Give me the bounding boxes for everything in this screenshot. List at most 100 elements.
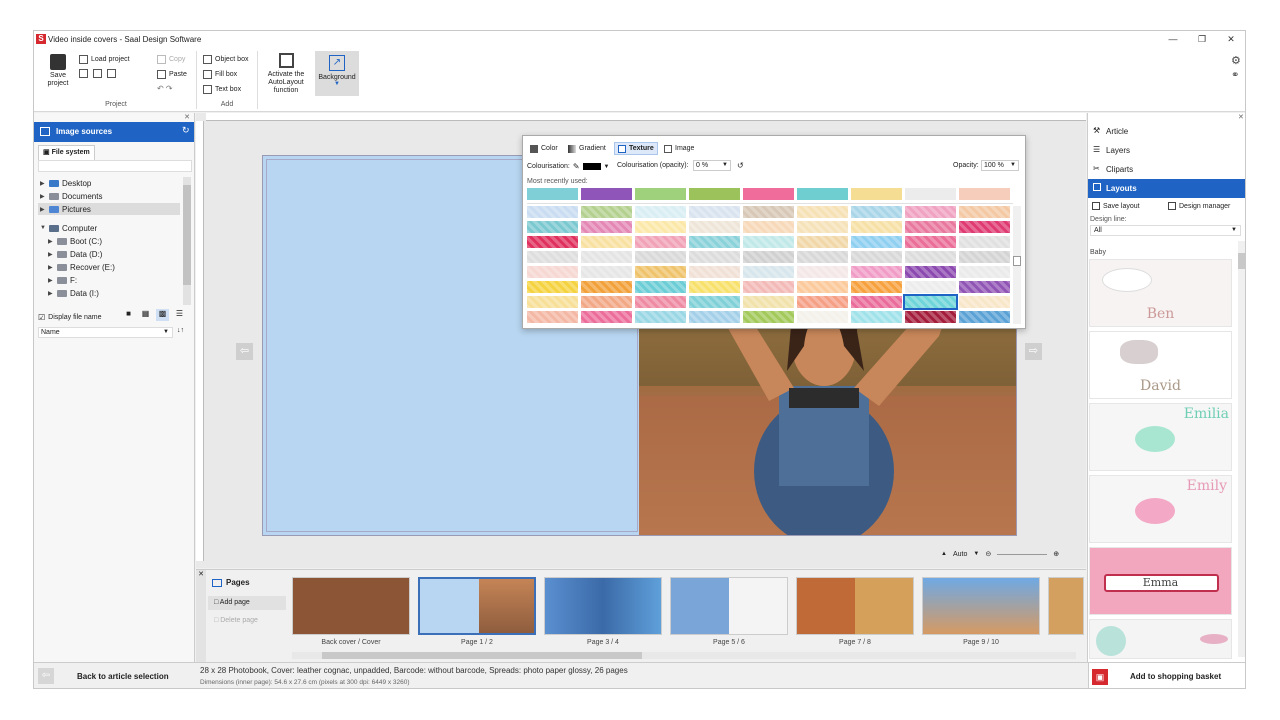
- view-list-icon[interactable]: ☰: [173, 309, 186, 321]
- arrow-left-icon[interactable]: ⇦: [236, 343, 253, 360]
- minimize-button[interactable]: —: [1164, 33, 1182, 45]
- texture-swatch[interactable]: [959, 311, 1010, 323]
- texture-swatch[interactable]: [689, 236, 740, 248]
- recent-texture-swatch[interactable]: [743, 188, 794, 200]
- layouts-scrollbar[interactable]: [1238, 241, 1245, 657]
- recent-texture-swatch[interactable]: [905, 188, 956, 200]
- sort-direction-icon[interactable]: ↓↑: [177, 327, 184, 334]
- design-line-select[interactable]: All ▼: [1090, 225, 1241, 236]
- load-project-button[interactable]: Load project: [79, 55, 130, 64]
- recent-texture-swatch[interactable]: [527, 188, 578, 200]
- recent-texture-swatch[interactable]: [689, 188, 740, 200]
- fill-box-button[interactable]: Fill box: [203, 70, 237, 79]
- save-project-button[interactable]: Save project: [44, 54, 72, 88]
- delete-page-button[interactable]: □ Delete page: [208, 614, 286, 628]
- texture-swatch[interactable]: [903, 294, 958, 310]
- texture-swatch[interactable]: [959, 221, 1010, 233]
- texture-scrollbar[interactable]: [1013, 206, 1021, 324]
- zoom-in-icon[interactable]: ⊕: [1053, 550, 1059, 558]
- texture-swatch[interactable]: [635, 206, 686, 218]
- thumb-cover[interactable]: [292, 577, 410, 635]
- texture-swatch[interactable]: [851, 206, 902, 218]
- texture-swatch[interactable]: [851, 251, 902, 263]
- view-large-icon[interactable]: ■: [122, 309, 135, 321]
- texture-swatch[interactable]: [581, 266, 632, 278]
- texture-swatch[interactable]: [959, 266, 1010, 278]
- sort-select[interactable]: Name ▼: [38, 327, 173, 338]
- autolayout-button[interactable]: Activate the AutoLayout function: [263, 53, 309, 95]
- texture-swatch[interactable]: [635, 281, 686, 293]
- colourisation-opacity-field[interactable]: 0 % ▼: [693, 160, 731, 171]
- texture-swatch[interactable]: [797, 251, 848, 263]
- texture-swatch[interactable]: [635, 296, 686, 308]
- thumb-page-5-6[interactable]: [670, 577, 788, 635]
- texture-swatch[interactable]: [905, 251, 956, 263]
- texture-swatch[interactable]: [689, 266, 740, 278]
- texture-swatch[interactable]: [635, 311, 686, 323]
- tree-item-data-i[interactable]: ▶ Data (I:): [48, 287, 99, 299]
- export-doc-icon[interactable]: [107, 69, 116, 78]
- texture-swatch[interactable]: [959, 251, 1010, 263]
- texture-swatch[interactable]: [581, 296, 632, 308]
- canvas-area[interactable]: ⇦ ⇨ Color Gradient Texture Image Colouri…: [196, 113, 1086, 568]
- tree-item-boot-c[interactable]: ▶ Boot (C:): [48, 235, 102, 247]
- texture-swatch[interactable]: [527, 206, 578, 218]
- close-button[interactable]: ✕: [1222, 33, 1240, 45]
- texture-swatch[interactable]: [743, 266, 794, 278]
- globe-icon[interactable]: ⚭: [1231, 70, 1239, 81]
- colourisation-swatch[interactable]: [582, 163, 601, 170]
- background-button[interactable]: ↗ Background ▼: [315, 51, 359, 96]
- texture-swatch[interactable]: [527, 281, 578, 293]
- texture-swatch[interactable]: [851, 221, 902, 233]
- chevron-down-icon[interactable]: ▼: [604, 164, 610, 170]
- texture-swatch[interactable]: [527, 236, 578, 248]
- texture-swatch[interactable]: [905, 221, 956, 233]
- texture-swatch[interactable]: [527, 251, 578, 263]
- texture-swatch[interactable]: [797, 236, 848, 248]
- texture-swatch[interactable]: [797, 311, 848, 323]
- object-box-button[interactable]: Object box: [203, 55, 248, 64]
- layout-card-ben[interactable]: Ben: [1089, 259, 1232, 327]
- panel-item-layouts[interactable]: Layouts: [1088, 179, 1245, 198]
- texture-swatch[interactable]: [797, 266, 848, 278]
- thumb-page-7-8[interactable]: [796, 577, 914, 635]
- recent-texture-swatch[interactable]: [851, 188, 902, 200]
- pages-scrollbar[interactable]: [292, 652, 1076, 659]
- texture-swatch[interactable]: [959, 236, 1010, 248]
- open-doc-icon[interactable]: [93, 69, 102, 78]
- texture-swatch[interactable]: [905, 311, 956, 323]
- tree-item-pictures[interactable]: ▶ Pictures: [38, 203, 180, 215]
- texture-swatch[interactable]: [797, 296, 848, 308]
- chevron-down-icon[interactable]: ▼: [973, 551, 979, 557]
- pages-close-icon[interactable]: ✕: [196, 570, 206, 663]
- texture-swatch[interactable]: [905, 281, 956, 293]
- texture-swatch[interactable]: [689, 206, 740, 218]
- texture-swatch[interactable]: [959, 206, 1010, 218]
- texture-swatch[interactable]: [581, 311, 632, 323]
- texture-swatch[interactable]: [743, 251, 794, 263]
- recent-texture-swatch[interactable]: [635, 188, 686, 200]
- reset-icon[interactable]: ↺: [737, 161, 744, 170]
- tree-item-f[interactable]: ▶ F:: [48, 274, 77, 286]
- layout-card-emily[interactable]: Emily: [1089, 475, 1232, 543]
- texture-swatch[interactable]: [959, 281, 1010, 293]
- texture-swatch[interactable]: [635, 251, 686, 263]
- view-small-icon[interactable]: ▩: [156, 309, 169, 321]
- add-to-basket-button[interactable]: Add to shopping basket: [1088, 663, 1245, 688]
- recent-texture-swatch[interactable]: [959, 188, 1010, 200]
- zoom-slider[interactable]: [997, 553, 1048, 555]
- texture-swatch[interactable]: [527, 311, 578, 323]
- texture-swatch[interactable]: [581, 251, 632, 263]
- back-to-article-button[interactable]: Back to article selection: [34, 663, 195, 688]
- texture-swatch[interactable]: [743, 236, 794, 248]
- tree-item-data-d[interactable]: ▶ Data (D:): [48, 248, 102, 260]
- texture-swatch[interactable]: [797, 206, 848, 218]
- thumb-page-1-2[interactable]: [418, 577, 536, 635]
- texture-swatch[interactable]: [905, 236, 956, 248]
- tab-color[interactable]: Color: [527, 142, 561, 155]
- recent-texture-swatch[interactable]: [581, 188, 632, 200]
- undo-redo-icons[interactable]: ↶ ↷: [157, 84, 173, 93]
- layout-card-buttons[interactable]: [1089, 619, 1232, 659]
- new-doc-icon[interactable]: [79, 69, 88, 78]
- tab-texture[interactable]: Texture: [614, 142, 658, 155]
